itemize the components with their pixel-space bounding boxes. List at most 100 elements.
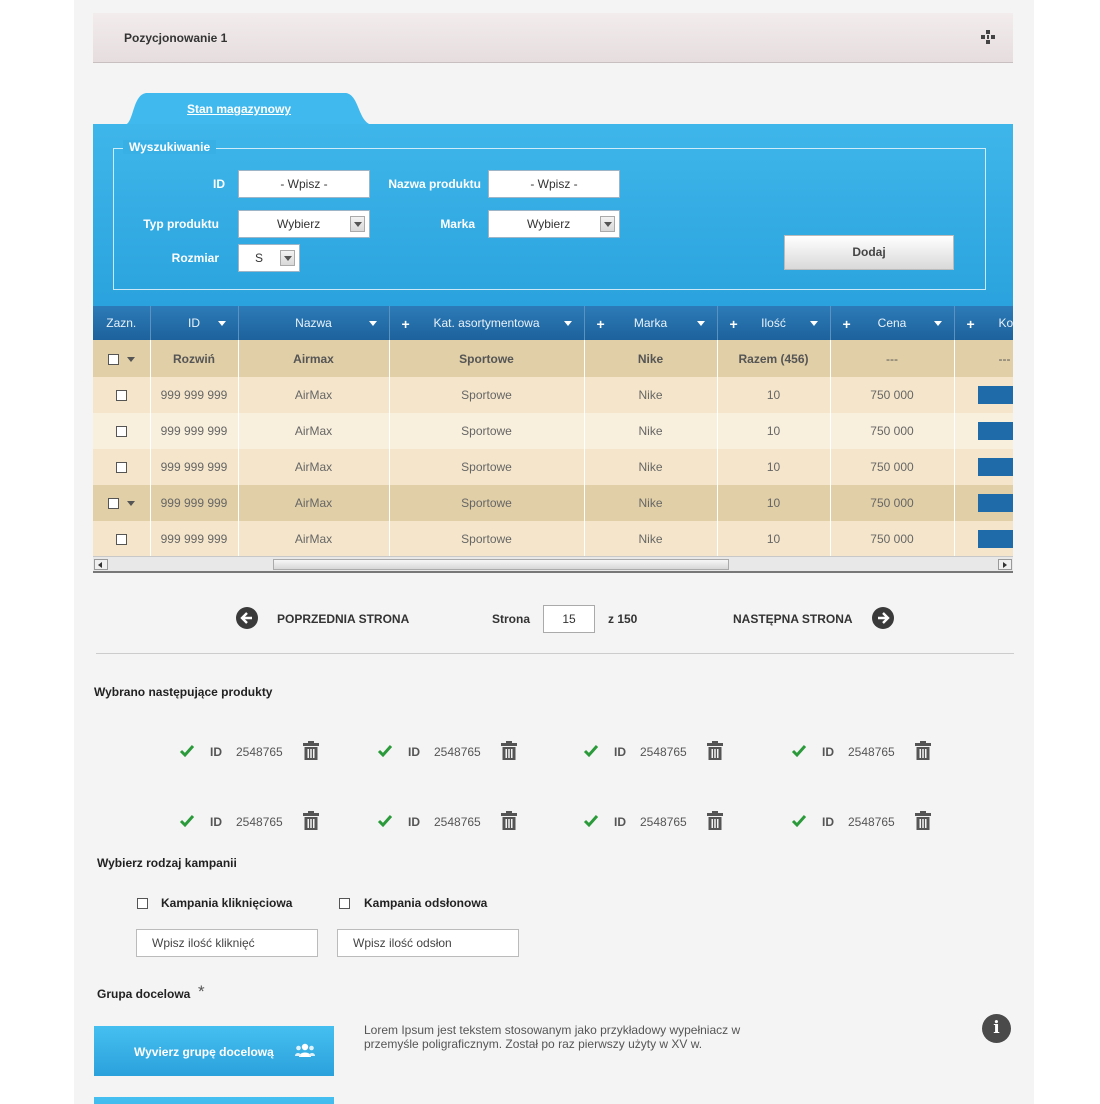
value-bar (977, 422, 1013, 440)
row-checkbox[interactable] (115, 426, 127, 438)
row-checkbox[interactable] (107, 498, 119, 510)
product-name-label: Nazwa produktu (388, 177, 481, 191)
plus-icon[interactable]: + (597, 316, 605, 332)
info-icon[interactable]: i (982, 1014, 1011, 1043)
expand-cell[interactable]: Rozwiń (150, 340, 239, 377)
row-checkbox[interactable] (115, 390, 127, 402)
choose-target-group-button[interactable]: Wyvierz grupę docelową (94, 1026, 334, 1076)
cell-id: 999 999 999 (150, 413, 239, 449)
size-select[interactable]: S (238, 244, 300, 272)
trash-icon[interactable] (915, 811, 931, 830)
tab-stan-magazynowy[interactable]: Stan magazynowy (124, 92, 374, 125)
caret-down-icon[interactable] (126, 356, 135, 362)
row-select-cell[interactable] (93, 377, 151, 413)
caret-down-icon[interactable] (809, 321, 818, 326)
trash-icon[interactable] (303, 741, 319, 760)
row-select-cell[interactable] (93, 485, 151, 521)
scroll-right-arrow-icon[interactable] (998, 559, 1012, 570)
trash-icon[interactable] (501, 741, 517, 760)
cell-name: AirMax (238, 449, 390, 485)
summary-select-cell[interactable] (93, 340, 151, 377)
header-label: Cena (877, 316, 907, 330)
trash-icon[interactable] (707, 741, 723, 760)
cell-id: 999 999 999 (150, 485, 239, 521)
column-header-id[interactable]: ID (150, 306, 239, 340)
cell-category: Sportowe (389, 485, 585, 521)
products-table: Zazn. ID Nazwa + Kat. asortymentowa + Mark… (93, 306, 1013, 574)
caret-down-icon[interactable] (933, 321, 942, 326)
table-header-row: Zazn. ID Nazwa + Kat. asortymentowa + Mark… (93, 306, 1013, 340)
id-input[interactable]: - Wpisz - (238, 170, 370, 198)
selected-id-value: 2548765 (848, 815, 895, 829)
column-header-quantity[interactable]: + Ilość (717, 306, 831, 340)
cell-brand: Nike (584, 449, 718, 485)
move-cross-icon[interactable] (981, 30, 995, 44)
selected-id-value: 2548765 (434, 815, 481, 829)
click-campaign-label[interactable]: Kampania kliknięciowa (161, 896, 292, 910)
views-count-input[interactable]: Wpisz ilość odsłon (337, 929, 519, 957)
selected-id-label: ID (408, 745, 420, 759)
second-blue-button[interactable] (94, 1097, 334, 1104)
next-page-link[interactable]: NASTĘPNA STRONA (733, 612, 853, 626)
selected-item: ID 2548765 (377, 741, 537, 763)
cell-brand: Nike (584, 377, 718, 413)
plus-icon[interactable]: + (402, 316, 410, 332)
column-header-name[interactable]: Nazwa (238, 306, 390, 340)
summary-name: Airmax (238, 340, 390, 377)
select-all-checkbox[interactable] (107, 353, 119, 365)
cell-price: 750 000 (830, 521, 955, 557)
previous-page-link[interactable]: POPRZEDNIA STRONA (277, 612, 409, 626)
trash-icon[interactable] (915, 741, 931, 760)
cell-extra (954, 485, 1013, 521)
view-campaign-checkbox[interactable] (339, 898, 350, 909)
caret-down-icon[interactable] (126, 501, 135, 507)
product-type-select[interactable]: Wybierz (238, 210, 370, 238)
plus-icon[interactable]: + (730, 316, 738, 332)
scroll-left-arrow-icon[interactable] (94, 559, 108, 570)
cell-category: Sportowe (389, 377, 585, 413)
size-value: S (255, 251, 264, 265)
clicks-count-input[interactable]: Wpisz ilość kliknięć (136, 929, 318, 957)
plus-icon[interactable]: + (967, 316, 975, 332)
selected-item: ID 2548765 (583, 811, 743, 833)
row-checkbox[interactable] (115, 534, 127, 546)
horizontal-scrollbar[interactable] (93, 556, 1013, 573)
caret-down-icon[interactable] (696, 321, 705, 326)
product-type-label: Typ produktu (143, 217, 219, 231)
page-number-input[interactable]: 15 (543, 605, 595, 633)
brand-select[interactable]: Wybierz (488, 210, 620, 238)
divider (96, 653, 1014, 654)
cell-category: Sportowe (389, 521, 585, 557)
row-select-cell[interactable] (93, 413, 151, 449)
caret-down-icon[interactable] (368, 321, 377, 326)
add-button[interactable]: Dodaj (784, 235, 954, 270)
row-checkbox[interactable] (115, 462, 127, 474)
click-campaign-checkbox[interactable] (137, 898, 148, 909)
view-campaign-label[interactable]: Kampania odsłonowa (364, 896, 487, 910)
trash-icon[interactable] (303, 811, 319, 830)
check-icon (377, 745, 393, 758)
arrow-right-circle-icon[interactable] (872, 607, 894, 629)
scroll-thumb[interactable] (273, 559, 729, 570)
row-select-cell[interactable] (93, 449, 151, 485)
column-header-brand[interactable]: + Marka (584, 306, 718, 340)
cell-price: 750 000 (830, 377, 955, 413)
trash-icon[interactable] (501, 811, 517, 830)
product-name-input[interactable]: - Wpisz - (488, 170, 620, 198)
arrow-left-circle-icon[interactable] (236, 607, 258, 629)
column-header-price[interactable]: + Cena (830, 306, 955, 340)
caret-down-icon[interactable] (217, 321, 226, 326)
users-icon (295, 1043, 315, 1057)
column-header-extra[interactable]: + Ko (954, 306, 1013, 340)
plus-icon[interactable]: + (843, 316, 851, 332)
column-header-category[interactable]: + Kat. asortymentowa (389, 306, 585, 340)
cell-price: 750 000 (830, 413, 955, 449)
trash-icon[interactable] (707, 811, 723, 830)
cell-brand: Nike (584, 413, 718, 449)
cell-price: 750 000 (830, 485, 955, 521)
caret-down-icon[interactable] (563, 321, 572, 326)
row-select-cell[interactable] (93, 521, 151, 557)
selected-id-value: 2548765 (236, 745, 283, 759)
chevron-down-icon (280, 250, 295, 266)
tab-label[interactable]: Stan magazynowy (124, 102, 354, 116)
